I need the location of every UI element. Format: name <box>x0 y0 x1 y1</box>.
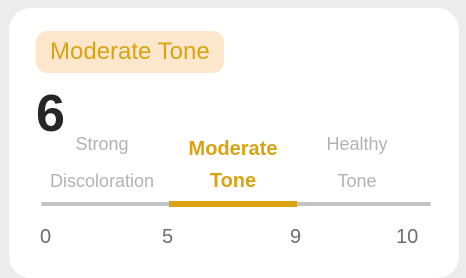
category-strong-discoloration: Strong Discoloration <box>40 126 164 200</box>
scale-tick-label: 0 <box>40 226 52 248</box>
category-label-line1: Moderate <box>188 138 278 160</box>
category-label-line2: Tone <box>209 170 257 192</box>
category-label-line2: Discoloration <box>49 171 155 191</box>
scale-tick-label: 5 <box>162 226 174 248</box>
tone-status-badge: Moderate Tone <box>36 31 224 73</box>
category-label-line1: Healthy <box>326 134 388 154</box>
category-label-line1: Strong <box>75 134 129 154</box>
category-healthy-tone: Healthy Tone <box>297 126 417 200</box>
scale-tick-label: 9 <box>290 226 302 248</box>
scale-tick-label: 10 <box>396 226 419 248</box>
scale-active-segment <box>169 201 297 207</box>
category-label-line2: Tone <box>337 171 377 191</box>
category-moderate-tone: Moderate Tone <box>169 133 297 197</box>
